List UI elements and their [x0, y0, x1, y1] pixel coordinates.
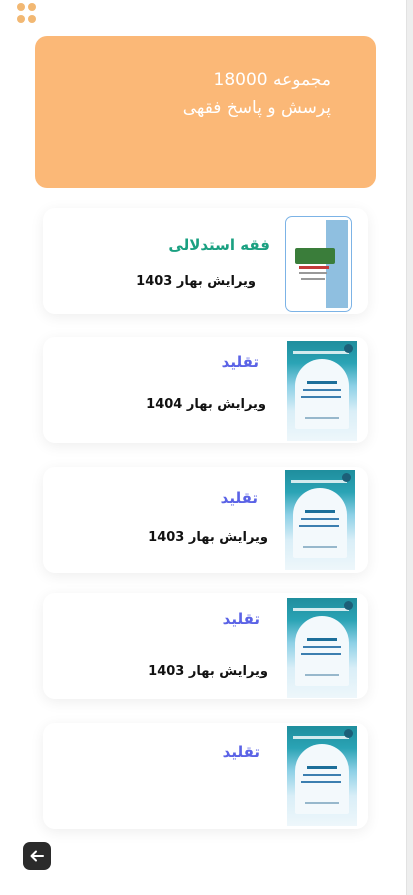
book-cover-image [287, 726, 357, 826]
book-edition: ویرایش بهار 1403 [136, 274, 256, 289]
menu-dot [28, 14, 36, 23]
scrollbar-track[interactable] [406, 0, 413, 895]
book-card[interactable]: فقه استدلالی ویرایش بهار 1403 [43, 208, 368, 314]
book-cover-image [285, 216, 352, 312]
arrow-left-icon [30, 850, 44, 862]
back-button[interactable] [23, 842, 51, 870]
book-cover-image [285, 470, 355, 570]
book-title: تقلید [222, 743, 260, 761]
book-edition: ویرایش بهار 1404 [146, 397, 266, 412]
book-cover-image [287, 341, 357, 441]
book-edition: ویرایش بهار 1403 [148, 530, 268, 545]
book-card[interactable]: تقلید ویرایش بهار 1403 [43, 593, 368, 699]
book-card[interactable]: تقلید ویرایش بهار 1403 [43, 467, 368, 573]
book-edition: ویرایش بهار 1403 [148, 664, 268, 679]
hero-banner[interactable]: مجموعه 18000 پرسش و پاسخ فقهی [35, 36, 376, 188]
book-card[interactable]: تقلید ویرایش بهار 1404 [43, 337, 368, 443]
book-cover-image [287, 598, 357, 698]
menu-dot [17, 3, 25, 11]
menu-dot [17, 14, 25, 23]
book-title: تقلید [222, 610, 260, 628]
book-title: فقه استدلالی [168, 236, 270, 254]
book-title: تقلید [220, 489, 258, 507]
hero-subtitle: پرسش و پاسخ فقهی [182, 98, 331, 118]
book-title: تقلید [221, 353, 259, 371]
menu-dots-icon[interactable] [17, 3, 37, 23]
book-card[interactable]: تقلید [43, 723, 368, 829]
hero-title: مجموعه 18000 [213, 70, 331, 90]
menu-dot [28, 3, 36, 11]
